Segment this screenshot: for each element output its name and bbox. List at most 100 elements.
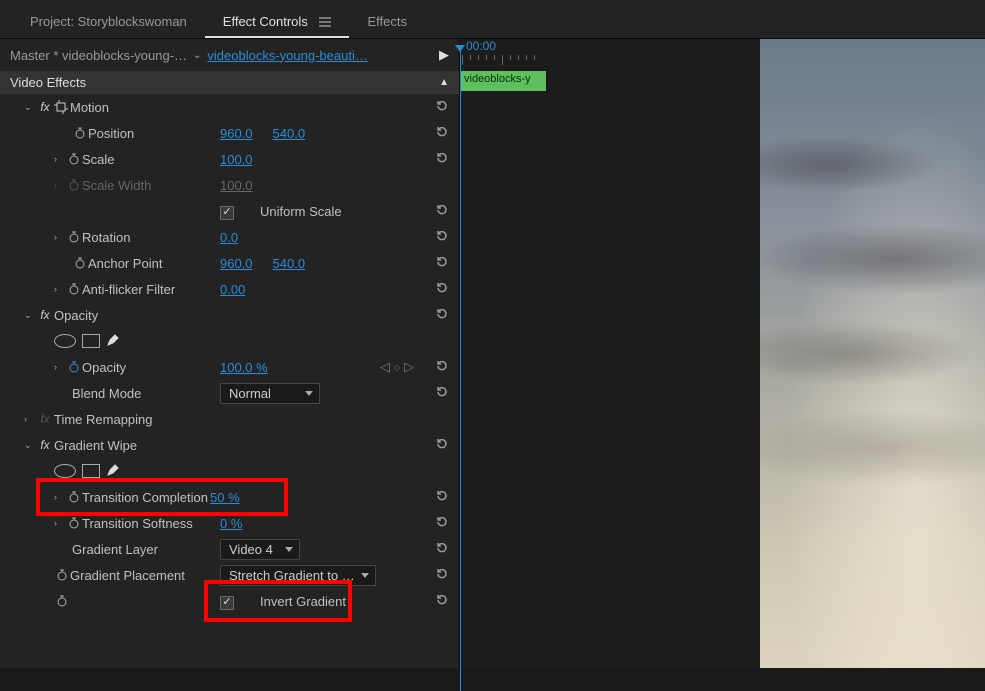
opacity-value[interactable]: 100.0 % [220, 360, 268, 375]
fx-badge-timeremap[interactable]: fx [36, 412, 54, 426]
anchor-y[interactable]: 540.0 [273, 256, 306, 271]
motion-label: Motion [70, 100, 109, 115]
panel-menu-icon[interactable] [319, 15, 331, 30]
rotation-label: Rotation [82, 230, 130, 245]
uniform-scale-checkbox[interactable] [220, 206, 234, 220]
reset-rotation[interactable] [435, 229, 449, 246]
video-effects-header[interactable]: Video Effects ▲ [0, 71, 459, 94]
position-x[interactable]: 960.0 [220, 126, 253, 141]
clip-link[interactable]: videoblocks-young-beauti… [207, 48, 367, 63]
stopwatch-antiflicker[interactable] [66, 283, 82, 295]
opacity-label: Opacity [54, 308, 98, 323]
stopwatch-rotation[interactable] [66, 231, 82, 243]
gradient-layer-label: Gradient Layer [72, 542, 158, 557]
collapse-icon: ▲ [439, 77, 449, 88]
gradient-wipe-label: Gradient Wipe [54, 438, 137, 453]
blend-mode-dropdown[interactable]: Normal [220, 383, 320, 404]
mask-pen-icon-2[interactable] [106, 463, 120, 480]
uniform-scale-label: Uniform Scale [260, 204, 342, 219]
fx-badge-opacity[interactable]: fx [36, 308, 54, 322]
position-y[interactable]: 540.0 [273, 126, 306, 141]
transition-completion-label: Transition Completion [82, 490, 208, 505]
reset-gradient-placement[interactable] [435, 567, 449, 584]
mask-rect-icon-2[interactable] [82, 464, 100, 478]
reset-transition-completion[interactable] [435, 489, 449, 506]
play-icon[interactable]: ▶ [439, 47, 449, 63]
stopwatch-transition-softness[interactable] [66, 517, 82, 529]
twisty-opacity-val[interactable]: › [54, 362, 66, 372]
twisty-scale-width: › [54, 180, 66, 190]
twisty-motion[interactable]: ⌄ [24, 102, 36, 113]
anchor-x[interactable]: 960.0 [220, 256, 253, 271]
twisty-time-remap[interactable]: › [24, 414, 36, 424]
blend-mode-label: Blend Mode [72, 386, 141, 401]
invert-gradient-label: Invert Gradient [260, 594, 346, 609]
tab-effects[interactable]: Effects [349, 8, 425, 38]
time-ruler[interactable] [460, 55, 760, 69]
antiflicker-label: Anti-flicker Filter [82, 282, 175, 297]
opacity-prop-label: Opacity [82, 360, 126, 375]
stopwatch-position[interactable] [72, 127, 88, 139]
preview-image [760, 39, 985, 668]
twisty-gradient-wipe[interactable]: ⌄ [24, 440, 36, 451]
scale-width-label: Scale Width [82, 178, 151, 193]
video-effects-label: Video Effects [10, 75, 86, 90]
tab-effect-controls[interactable]: Effect Controls [205, 8, 350, 38]
tab-project[interactable]: Project: Storyblockswoman [12, 8, 205, 38]
twisty-transition-completion[interactable]: › [54, 492, 66, 502]
tab-bar: Project: Storyblockswoman Effect Control… [0, 0, 985, 39]
chevron-down-icon[interactable]: ⌄ [193, 50, 201, 61]
transition-softness-label: Transition Softness [82, 516, 193, 531]
reset-gradient-layer[interactable] [435, 541, 449, 558]
reset-uniform[interactable] [435, 203, 449, 220]
reset-invert-gradient[interactable] [435, 593, 449, 610]
stopwatch-scale-width [66, 179, 82, 191]
scale-width-value: 100.0 [220, 178, 253, 193]
stopwatch-scale[interactable] [66, 153, 82, 165]
mask-rect-icon[interactable] [82, 334, 100, 348]
reset-scale[interactable] [435, 151, 449, 168]
tab-effect-controls-label: Effect Controls [223, 14, 308, 29]
reset-motion[interactable] [435, 99, 449, 116]
transform-icon[interactable] [54, 100, 70, 114]
gradient-placement-label: Gradient Placement [70, 568, 185, 583]
stopwatch-anchor[interactable] [72, 257, 88, 269]
reset-blend[interactable] [435, 385, 449, 402]
reset-position[interactable] [435, 125, 449, 142]
fx-badge-gradient[interactable]: fx [36, 438, 54, 452]
stopwatch-gradient-placement[interactable] [54, 569, 70, 581]
twisty-rotation[interactable]: › [54, 232, 66, 242]
reset-transition-softness[interactable] [435, 515, 449, 532]
fx-badge[interactable]: fx [36, 100, 54, 114]
stopwatch-invert-gradient[interactable] [54, 595, 70, 607]
transition-completion-value[interactable]: 50 % [210, 490, 240, 505]
anchor-label: Anchor Point [88, 256, 162, 271]
twisty-antiflicker[interactable]: › [54, 284, 66, 294]
twisty-opacity[interactable]: ⌄ [24, 310, 36, 321]
rotation-value[interactable]: 0.0 [220, 230, 238, 245]
reset-opacity-fx[interactable] [435, 307, 449, 324]
twisty-scale[interactable]: › [54, 154, 66, 164]
stopwatch-opacity[interactable] [66, 361, 82, 373]
mask-pen-icon[interactable] [106, 333, 120, 350]
playhead[interactable] [460, 51, 461, 691]
reset-opacity[interactable] [435, 359, 449, 376]
twisty-transition-softness[interactable]: › [54, 518, 66, 528]
time-remap-label: Time Remapping [54, 412, 153, 427]
invert-gradient-checkbox[interactable] [220, 596, 234, 610]
reset-gradient-wipe[interactable] [435, 437, 449, 454]
timeline-clip[interactable]: videoblocks-y [460, 71, 546, 91]
gradient-layer-dropdown[interactable]: Video 4 [220, 539, 300, 560]
gradient-placement-dropdown[interactable]: Stretch Gradient to … [220, 565, 376, 586]
reset-anchor[interactable] [435, 255, 449, 272]
reset-antiflicker[interactable] [435, 281, 449, 298]
mask-ellipse-icon-2[interactable] [54, 464, 76, 478]
stopwatch-transition-completion[interactable] [66, 491, 82, 503]
antiflicker-value[interactable]: 0.00 [220, 282, 245, 297]
effect-controls-panel: Master * videoblocks-young-… ⌄ videobloc… [0, 39, 460, 668]
transition-softness-value[interactable]: 0 % [220, 516, 242, 531]
scale-label: Scale [82, 152, 115, 167]
scale-value[interactable]: 100.0 [220, 152, 253, 167]
keyframe-nav[interactable]: ◁◇▷ [380, 359, 414, 375]
mask-ellipse-icon[interactable] [54, 334, 76, 348]
